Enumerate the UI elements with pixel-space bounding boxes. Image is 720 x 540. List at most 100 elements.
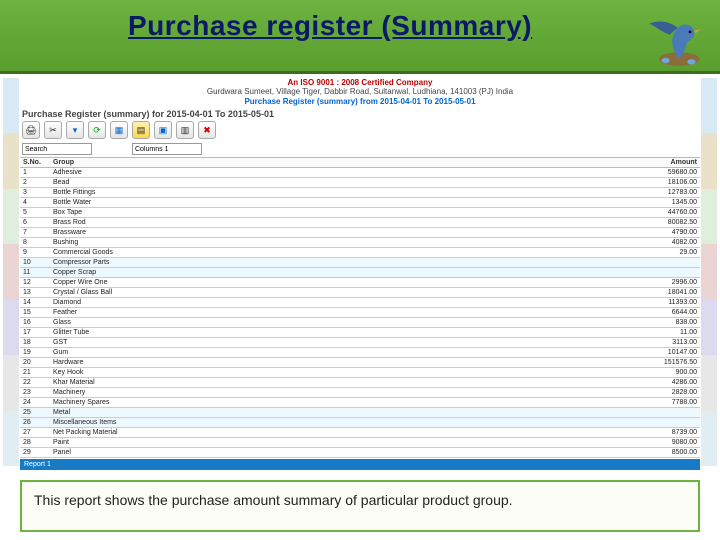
cell-sn: 29: [20, 448, 50, 458]
cell-group: Bottle Water: [50, 198, 630, 208]
cell-group: Commercial Goods: [50, 248, 630, 258]
cell-sn: 2: [20, 178, 50, 188]
cell-sn: 19: [20, 348, 50, 358]
table-row[interactable]: 8Bushing4082.00: [20, 238, 700, 248]
columns-input[interactable]: [132, 143, 202, 155]
cell-sn: 21: [20, 368, 50, 378]
columns-icon[interactable]: ▥: [176, 121, 194, 139]
table-row[interactable]: 9Commercial Goods29.00: [20, 248, 700, 258]
cell-group: Bead: [50, 178, 630, 188]
slide-caption: This report shows the purchase amount su…: [34, 492, 686, 508]
table-row[interactable]: 27Net Packing Material8739.00: [20, 428, 700, 438]
cut-icon[interactable]: ✂: [44, 121, 62, 139]
cell-amount: 8739.00: [630, 428, 700, 438]
cell-sn: 15: [20, 308, 50, 318]
cell-sn: 12: [20, 278, 50, 288]
cell-sn: 28: [20, 438, 50, 448]
table-row[interactable]: 26Miscellaneous Items: [20, 418, 700, 428]
table-row[interactable]: 6Brass Rod80082.50: [20, 218, 700, 228]
cell-sn: 18: [20, 338, 50, 348]
cell-sn: 8: [20, 238, 50, 248]
cell-group: Hardware: [50, 358, 630, 368]
cell-amount: 838.00: [630, 318, 700, 328]
table-row[interactable]: 22Khar Material4286.00: [20, 378, 700, 388]
cell-amount: 11393.00: [630, 298, 700, 308]
cell-group: Bottle Fittings: [50, 188, 630, 198]
export-csv-icon[interactable]: ▤: [132, 121, 150, 139]
cell-amount: 900.00: [630, 368, 700, 378]
report-heading: Purchase Register (summary) for 2015-04-…: [22, 109, 700, 119]
cell-amount: [630, 258, 700, 268]
cell-amount: 4082.00: [630, 238, 700, 248]
table-row[interactable]: 28Paint9080.00: [20, 438, 700, 448]
table-row[interactable]: 19Gum10147.00: [20, 348, 700, 358]
date-range-line: Purchase Register (summary) from 2015-04…: [20, 97, 700, 106]
cell-group: Crystal / Glass Ball: [50, 288, 630, 298]
table-row[interactable]: 4Bottle Water1345.00: [20, 198, 700, 208]
cell-group: Diamond: [50, 298, 630, 308]
table-row[interactable]: 11Copper Scrap: [20, 268, 700, 278]
cell-amount: 9080.00: [630, 438, 700, 448]
cell-amount: 2996.00: [630, 278, 700, 288]
export-excel-icon[interactable]: ▦: [110, 121, 128, 139]
table-row[interactable]: 1Adhesive59680.00: [20, 168, 700, 178]
col-amount: Amount: [630, 158, 700, 168]
table-row[interactable]: 2Bead18106.00: [20, 178, 700, 188]
cell-group: Key Hook: [50, 368, 630, 378]
slide-header: Purchase register (Summary): [0, 0, 720, 74]
table-row[interactable]: 3Bottle Fittings12783.00: [20, 188, 700, 198]
col-group: Group: [50, 158, 630, 168]
table-row[interactable]: 21Key Hook900.00: [20, 368, 700, 378]
cell-amount: 29.00: [630, 248, 700, 258]
table-row[interactable]: 16Glass838.00: [20, 318, 700, 328]
col-sn: S.No.: [20, 158, 50, 168]
grid-icon[interactable]: ▣: [154, 121, 172, 139]
cell-group: Miscellaneous Items: [50, 418, 630, 428]
cell-amount: 18106.00: [630, 178, 700, 188]
cell-group: Adhesive: [50, 168, 630, 178]
cell-amount: 4790.00: [630, 228, 700, 238]
cell-amount: 44760.00: [630, 208, 700, 218]
cell-amount: [630, 408, 700, 418]
cell-amount: 6644.00: [630, 308, 700, 318]
table-row[interactable]: 14Diamond11393.00: [20, 298, 700, 308]
table-row[interactable]: 20Hardware151576.50: [20, 358, 700, 368]
cell-amount: [630, 418, 700, 428]
table-row[interactable]: 7Brassware4790.00: [20, 228, 700, 238]
table-row[interactable]: 25Metal: [20, 408, 700, 418]
table-row[interactable]: 5Box Tape44760.00: [20, 208, 700, 218]
cell-sn: 24: [20, 398, 50, 408]
table-row[interactable]: 13Crystal / Glass Ball18041.00: [20, 288, 700, 298]
report-screenshot: An ISO 9001 : 2008 Certified Company Gur…: [20, 78, 700, 474]
cell-group: Bushing: [50, 238, 630, 248]
print-icon[interactable]: 🖨: [22, 121, 40, 139]
table-row[interactable]: 23Machinery2828.00: [20, 388, 700, 398]
cell-sn: 23: [20, 388, 50, 398]
cell-group: Machinery Spares: [50, 398, 630, 408]
table-row[interactable]: 17Glitter Tube11.00: [20, 328, 700, 338]
cell-sn: 6: [20, 218, 50, 228]
cell-sn: 25: [20, 408, 50, 418]
cell-sn: 20: [20, 358, 50, 368]
cell-group: Brassware: [50, 228, 630, 238]
table-row[interactable]: 12Copper Wire One2996.00: [20, 278, 700, 288]
cell-sn: 5: [20, 208, 50, 218]
company-address: Gurdwara Sumeet, Village Tiger, Dabbir R…: [20, 87, 700, 96]
cell-amount: 8500.00: [630, 448, 700, 458]
cell-sn: 1: [20, 168, 50, 178]
search-input[interactable]: [22, 143, 92, 155]
cell-group: Khar Material: [50, 378, 630, 388]
cell-amount: 59680.00: [630, 168, 700, 178]
table-row[interactable]: 18GST3113.00: [20, 338, 700, 348]
table-row[interactable]: 29Panel8500.00: [20, 448, 700, 458]
table-row[interactable]: 15Feather6644.00: [20, 308, 700, 318]
cell-amount: 151576.50: [630, 358, 700, 368]
refresh-icon[interactable]: ⟳: [88, 121, 106, 139]
close-icon[interactable]: ✖: [198, 121, 216, 139]
filter-row: [22, 143, 700, 155]
cell-group: Compressor Parts: [50, 258, 630, 268]
table-row[interactable]: 24Machinery Spares7788.00: [20, 398, 700, 408]
table-row[interactable]: 10Compressor Parts: [20, 258, 700, 268]
filter-icon[interactable]: ▾: [66, 121, 84, 139]
cell-amount: 12783.00: [630, 188, 700, 198]
